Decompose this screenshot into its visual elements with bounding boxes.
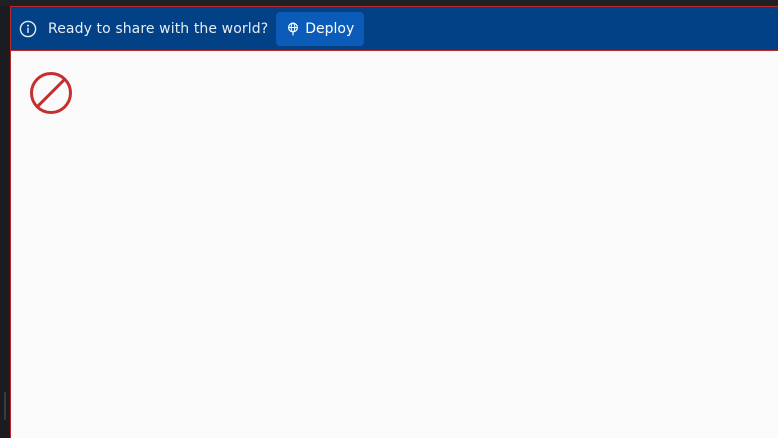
globe-pin-icon <box>286 21 300 36</box>
preview-frame: Ready to share with the world? Deploy <box>10 6 778 438</box>
deploy-banner: Ready to share with the world? Deploy <box>11 7 778 51</box>
resize-handle[interactable] <box>4 392 6 420</box>
info-circle-icon <box>19 20 37 38</box>
main-content <box>11 51 778 438</box>
app-window: Ready to share with the world? Deploy <box>0 0 778 438</box>
left-gutter <box>0 6 10 438</box>
deploy-button[interactable]: Deploy <box>276 11 365 46</box>
deploy-label: Deploy <box>305 20 355 37</box>
prohibited-icon <box>29 71 73 115</box>
banner-message: Ready to share with the world? <box>48 20 269 37</box>
